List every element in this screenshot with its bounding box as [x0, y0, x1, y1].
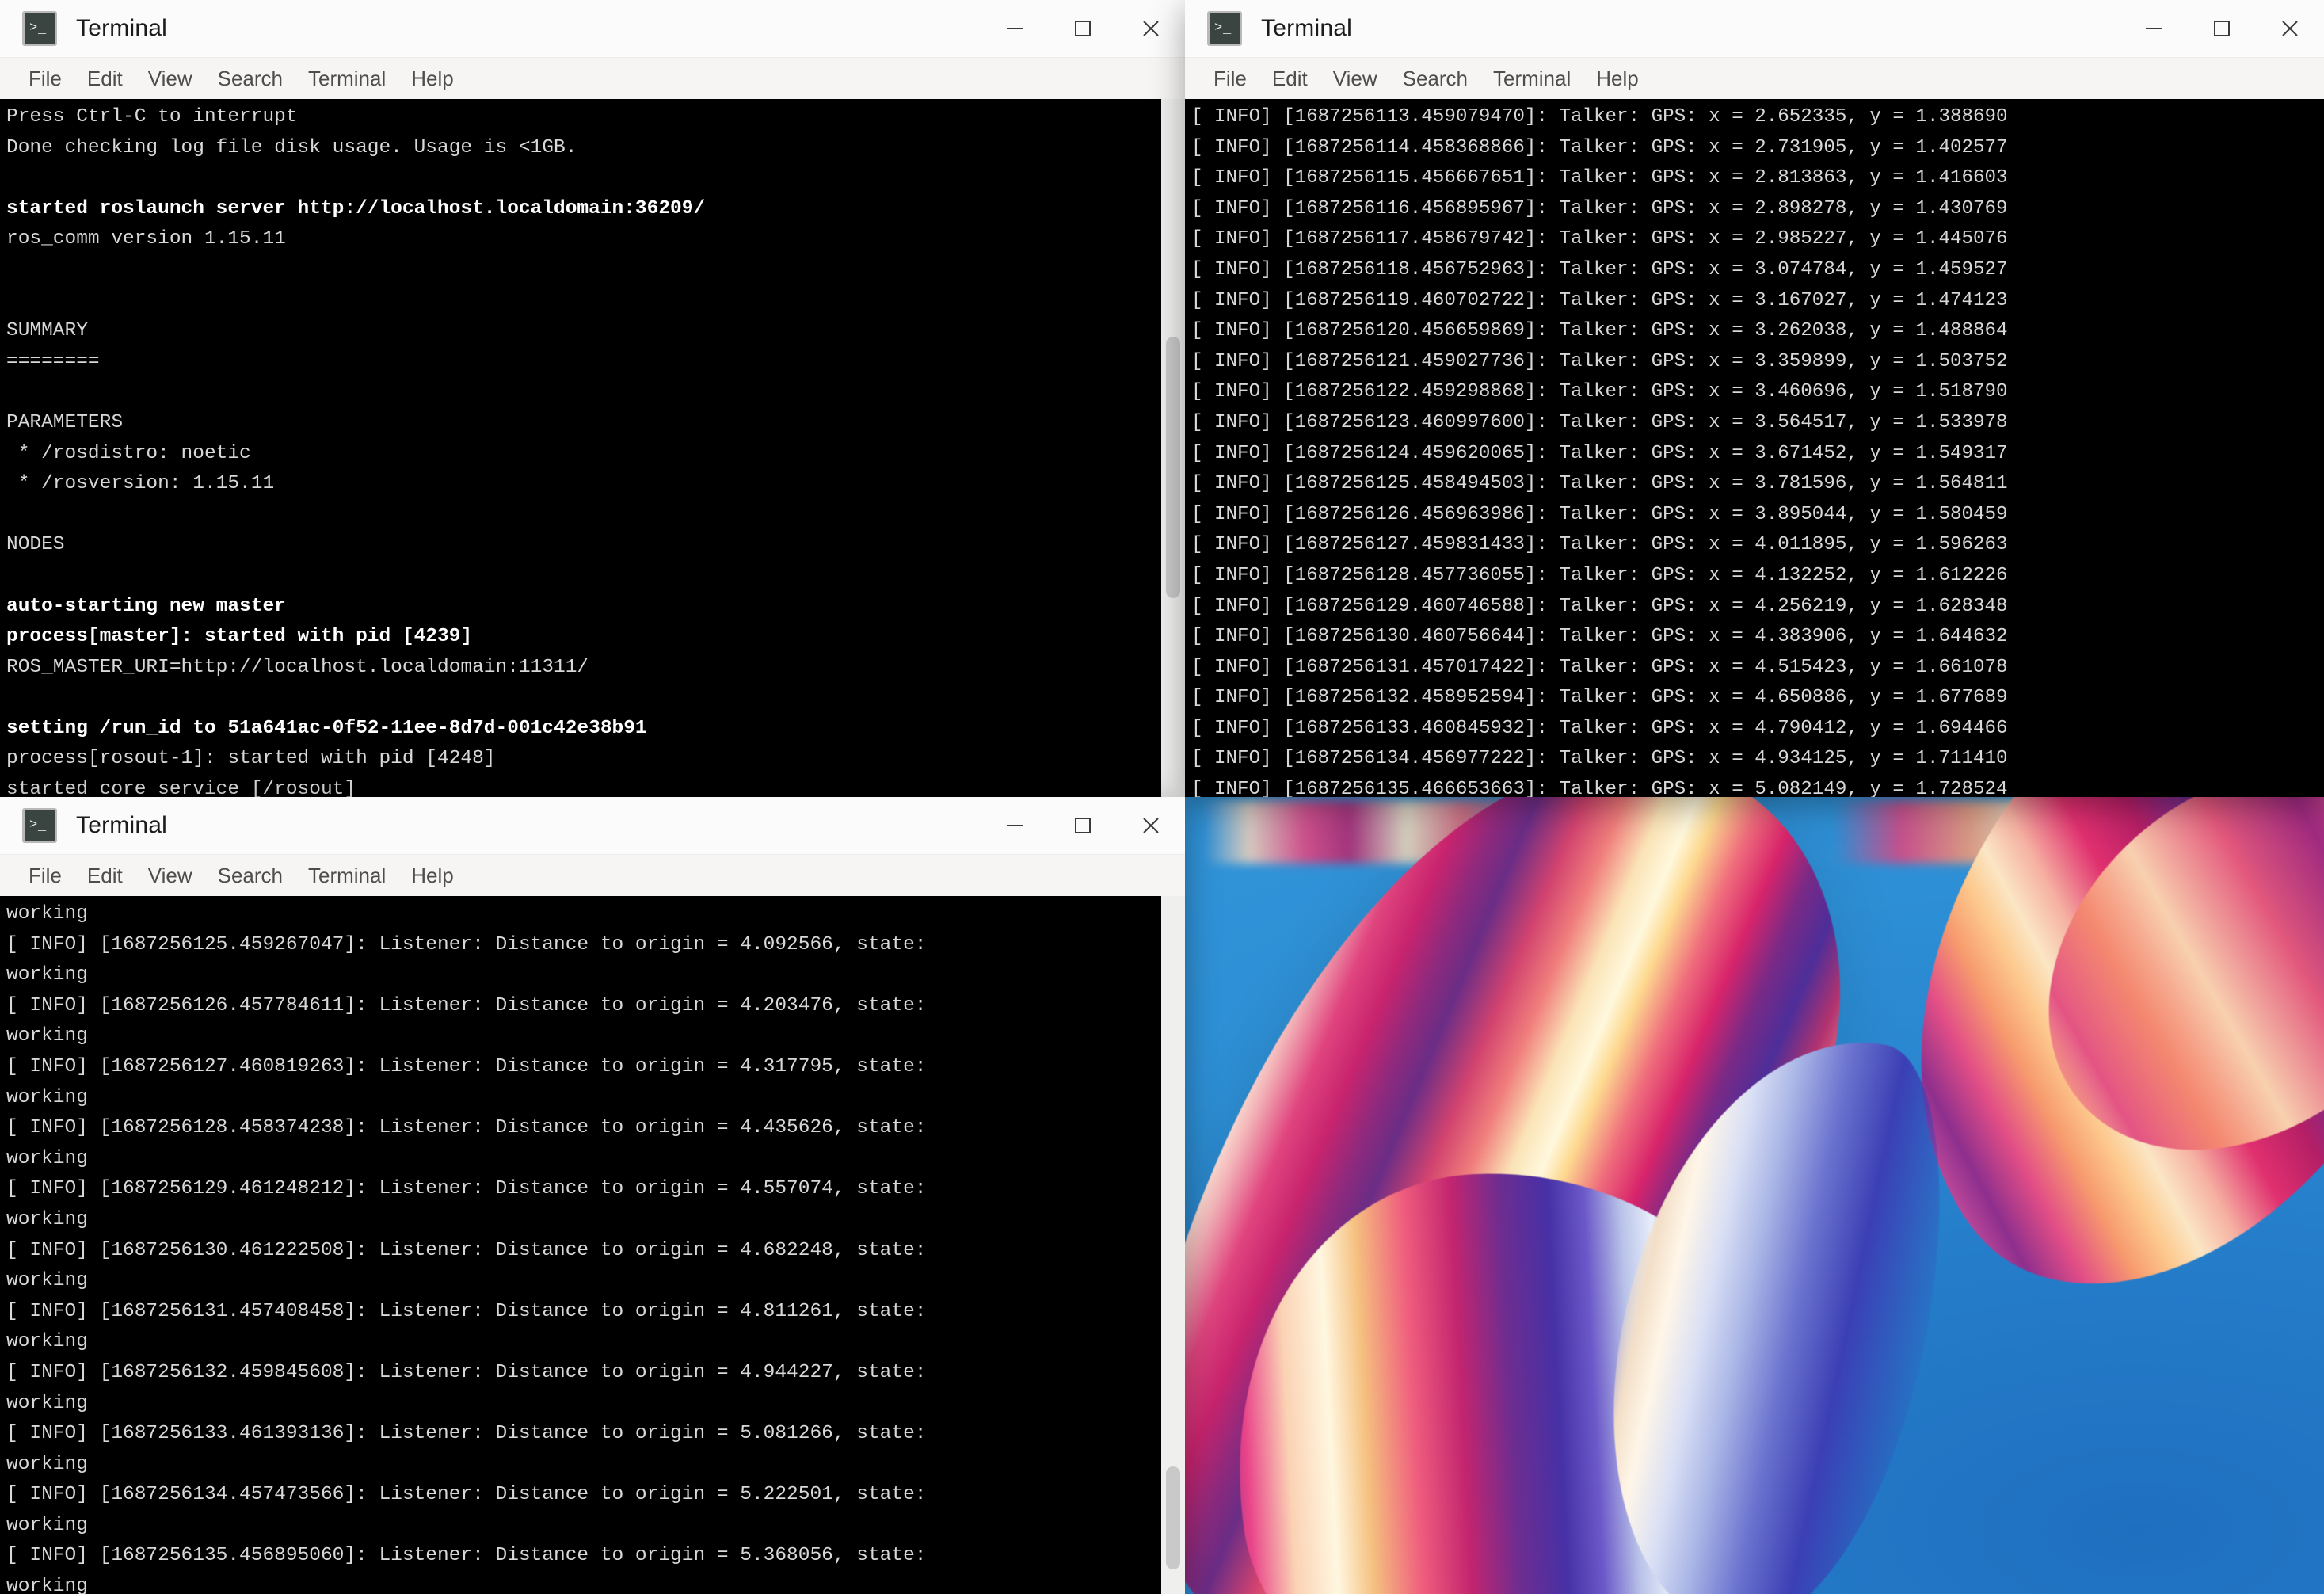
menu-help[interactable]: Help: [398, 58, 466, 99]
menubar[interactable]: File Edit View Search Terminal Help: [0, 57, 1185, 99]
vertical-scrollbar[interactable]: [1161, 99, 1185, 797]
menu-view[interactable]: View: [135, 58, 205, 99]
menu-help[interactable]: Help: [398, 855, 466, 896]
window-title: Terminal: [76, 15, 981, 42]
terminal-window-roscore[interactable]: Terminal File Edit View Search Terminal …: [0, 0, 1185, 797]
maximize-button[interactable]: [1049, 797, 1117, 854]
terminal-body[interactable]: working [ INFO] [1687256125.459267047]: …: [0, 896, 1185, 1594]
terminal-window-talker[interactable]: Terminal File Edit View Search Terminal …: [1185, 0, 2324, 797]
menu-edit[interactable]: Edit: [74, 58, 135, 99]
terminal-icon: [1207, 11, 1242, 46]
scrollbar-thumb[interactable]: [1166, 337, 1180, 598]
window-title: Terminal: [76, 812, 981, 839]
titlebar[interactable]: Terminal: [0, 0, 1185, 57]
terminal-icon: [22, 11, 57, 46]
terminal-body[interactable]: [ INFO] [1687256113.459079470]: Talker: …: [1185, 99, 2324, 797]
close-button[interactable]: [1117, 0, 1185, 57]
window-title: Terminal: [1261, 15, 2120, 42]
titlebar[interactable]: Terminal: [0, 797, 1185, 854]
menu-search[interactable]: Search: [205, 855, 295, 896]
maximize-button[interactable]: [1049, 0, 1117, 57]
menu-help[interactable]: Help: [1583, 58, 1651, 99]
menu-search[interactable]: Search: [1390, 58, 1480, 99]
window-controls[interactable]: [2120, 0, 2324, 57]
menu-file[interactable]: File: [16, 855, 74, 896]
terminal-window-listener[interactable]: Terminal File Edit View Search Terminal …: [0, 797, 1185, 1594]
terminal-output: working [ INFO] [1687256125.459267047]: …: [0, 896, 1161, 1594]
menu-terminal[interactable]: Terminal: [295, 855, 398, 896]
terminal-output: Press Ctrl-C to interrupt Done checking …: [0, 99, 1161, 797]
minimize-button[interactable]: [981, 0, 1049, 57]
minimize-button[interactable]: [981, 797, 1049, 854]
scrollbar-thumb[interactable]: [1166, 1466, 1180, 1569]
menubar[interactable]: File Edit View Search Terminal Help: [0, 854, 1185, 896]
menu-search[interactable]: Search: [205, 58, 295, 99]
window-controls[interactable]: [981, 0, 1185, 57]
close-button[interactable]: [1117, 797, 1185, 854]
window-controls[interactable]: [981, 797, 1185, 854]
menu-terminal[interactable]: Terminal: [295, 58, 398, 99]
menu-file[interactable]: File: [1201, 58, 1259, 99]
menu-view[interactable]: View: [135, 855, 205, 896]
menubar[interactable]: File Edit View Search Terminal Help: [1185, 57, 2324, 99]
maximize-button[interactable]: [2188, 0, 2256, 57]
menu-edit[interactable]: Edit: [74, 855, 135, 896]
menu-view[interactable]: View: [1320, 58, 1390, 99]
terminal-icon: [22, 808, 57, 843]
titlebar[interactable]: Terminal: [1185, 0, 2324, 57]
terminal-body[interactable]: Press Ctrl-C to interrupt Done checking …: [0, 99, 1185, 797]
terminal-output: [ INFO] [1687256113.459079470]: Talker: …: [1185, 99, 2324, 797]
minimize-button[interactable]: [2120, 0, 2188, 57]
menu-terminal[interactable]: Terminal: [1480, 58, 1583, 99]
menu-file[interactable]: File: [16, 58, 74, 99]
vertical-scrollbar[interactable]: [1161, 896, 1185, 1594]
close-button[interactable]: [2256, 0, 2324, 57]
menu-edit[interactable]: Edit: [1259, 58, 1320, 99]
